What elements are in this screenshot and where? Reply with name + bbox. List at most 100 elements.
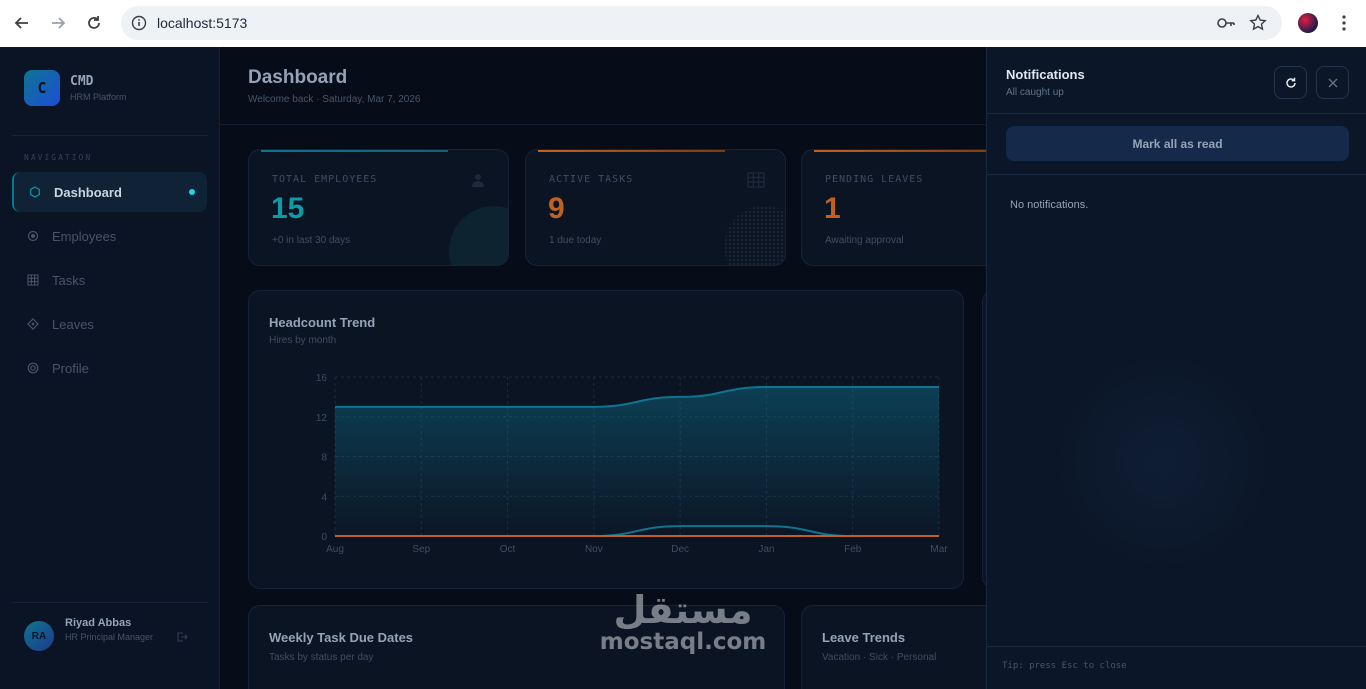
card-title: Weekly Task Due Dates bbox=[269, 630, 414, 645]
logout-button[interactable] bbox=[176, 630, 188, 648]
x-tick-label: Feb bbox=[844, 544, 862, 555]
arrow-left-icon bbox=[14, 17, 28, 29]
y-tick-label: 0 bbox=[321, 532, 327, 543]
sidebar-item-employees[interactable]: Employees bbox=[12, 216, 207, 256]
refresh-button[interactable] bbox=[1274, 66, 1307, 99]
x-tick-label: Dec bbox=[671, 544, 689, 555]
user-profile[interactable]: RA Riyad Abbas HR Principal Manager bbox=[24, 617, 155, 651]
x-tick-label: Jan bbox=[758, 544, 774, 555]
page-title: Dashboard bbox=[248, 67, 348, 88]
sidebar-item-label: Profile bbox=[52, 360, 89, 376]
sidebar-item-profile[interactable]: Profile bbox=[12, 348, 207, 388]
stat-card-leaves[interactable]: PENDING LEAVES 1 Awaiting approval bbox=[801, 149, 1006, 266]
card-accent-line bbox=[814, 150, 1006, 152]
notifications-panel: Notifications All caught up Mark all as … bbox=[986, 47, 1366, 689]
card-accent-line bbox=[261, 150, 448, 152]
y-tick-label: 8 bbox=[321, 453, 327, 464]
user-role: HR Principal Manager bbox=[65, 632, 154, 642]
notifications-footer-divider bbox=[987, 646, 1366, 647]
star-icon[interactable] bbox=[1249, 14, 1267, 32]
mark-all-read-button[interactable]: Mark all as read bbox=[1006, 126, 1349, 161]
sidebar-item-tasks[interactable]: Tasks bbox=[12, 260, 207, 300]
forward-button[interactable] bbox=[44, 9, 72, 37]
key-icon[interactable] bbox=[1216, 15, 1236, 31]
sidebar-item-label: Tasks bbox=[52, 272, 86, 288]
sidebar-item-dashboard[interactable]: Dashboard bbox=[12, 172, 207, 212]
brand-subtitle: HRM Platform bbox=[70, 92, 127, 102]
hexagon-icon bbox=[28, 185, 42, 199]
stat-card-employees[interactable]: TOTAL EMPLOYEES 15 +0 in last 30 days bbox=[248, 149, 509, 266]
decorative-dot-pattern bbox=[724, 206, 785, 265]
sidebar-divider bbox=[12, 135, 208, 136]
close-icon bbox=[1328, 78, 1337, 87]
x-tick-label: Aug bbox=[326, 544, 344, 555]
sidebar-item-label: Employees bbox=[52, 228, 117, 244]
close-button[interactable] bbox=[1316, 66, 1349, 99]
sidebar-item-label: Leaves bbox=[52, 316, 94, 332]
y-tick-label: 12 bbox=[316, 413, 328, 424]
card-accent-line bbox=[538, 150, 725, 152]
avatar: RA bbox=[24, 621, 54, 651]
leave-trends-card: Leave Trends Vacation · Sick · Personal bbox=[801, 605, 1006, 689]
address-bar[interactable]: localhost:5173 bbox=[121, 6, 1282, 40]
headcount-chart: 0 4 8 12 16 Aug Sep Oct Nov Dec Jan Feb Mar bbox=[316, 373, 948, 555]
stat-card-tasks[interactable]: ACTIVE TASKS 9 1 due today bbox=[525, 149, 786, 266]
profile-avatar-button[interactable] bbox=[1294, 9, 1322, 37]
app-root: C CMD HRM Platform NAVIGATION Dashboard … bbox=[0, 47, 1366, 689]
x-tick-label: Sep bbox=[412, 544, 430, 555]
kebab-menu-icon bbox=[1342, 15, 1346, 31]
notifications-subtitle: All caught up bbox=[1006, 87, 1064, 98]
series-area-headcount bbox=[335, 386, 939, 536]
profile-avatar bbox=[1298, 13, 1318, 33]
stat-note: Awaiting approval bbox=[825, 235, 904, 246]
gear-circle-icon bbox=[26, 361, 40, 375]
brand-name: CMD bbox=[70, 74, 94, 89]
headcount-chart-card: Headcount Trend Hires by month 0 4 8 12 16 Au… bbox=[248, 290, 964, 589]
brand-logo: C bbox=[24, 70, 60, 106]
active-indicator-dot bbox=[189, 189, 195, 195]
watermark-latin: mostaql.com bbox=[599, 629, 767, 655]
circle-target-icon bbox=[26, 229, 40, 243]
x-tick-label: Mar bbox=[930, 544, 948, 555]
reload-icon bbox=[88, 16, 100, 29]
refresh-icon bbox=[1285, 77, 1296, 88]
back-button[interactable] bbox=[8, 9, 36, 37]
page-subtitle: Welcome back · Saturday, Mar 7, 2026 bbox=[248, 94, 421, 105]
notifications-divider bbox=[987, 113, 1366, 114]
diamond-icon bbox=[26, 317, 40, 331]
nav-heading: NAVIGATION bbox=[24, 153, 93, 162]
notifications-tip: Tip: press Esc to close bbox=[1002, 661, 1127, 671]
brand[interactable]: C CMD HRM Platform bbox=[24, 70, 127, 106]
sidebar-item-leaves[interactable]: Leaves bbox=[12, 304, 207, 344]
notifications-title: Notifications bbox=[1006, 67, 1085, 82]
url-text[interactable]: localhost:5173 bbox=[157, 15, 247, 31]
x-tick-label: Nov bbox=[585, 544, 603, 555]
y-tick-label: 4 bbox=[321, 492, 327, 503]
user-name: Riyad Abbas bbox=[65, 617, 132, 629]
browser-toolbar: localhost:5173 bbox=[0, 0, 1366, 47]
sidebar-bottom-divider bbox=[12, 602, 208, 603]
reload-button[interactable] bbox=[80, 9, 108, 37]
people-icon bbox=[468, 172, 488, 193]
x-tick-label: Oct bbox=[500, 544, 516, 555]
browser-menu-button[interactable] bbox=[1330, 9, 1358, 37]
stat-note: 1 due today bbox=[549, 235, 602, 246]
notifications-empty-message: No notifications. bbox=[1010, 199, 1089, 211]
stat-label: TOTAL EMPLOYEES bbox=[272, 174, 378, 185]
notifications-divider bbox=[987, 174, 1366, 175]
card-subtitle: Vacation · Sick · Personal bbox=[822, 652, 937, 663]
decorative-circle bbox=[449, 206, 508, 265]
grid-icon bbox=[747, 172, 765, 193]
grid-icon bbox=[26, 273, 40, 287]
sidebar: C CMD HRM Platform NAVIGATION Dashboard … bbox=[0, 47, 220, 689]
arrow-right-icon bbox=[52, 17, 66, 29]
sidebar-item-label: Dashboard bbox=[54, 184, 122, 200]
stat-value: 1 bbox=[824, 192, 841, 225]
logout-icon bbox=[177, 632, 188, 642]
decorative-glow bbox=[1047, 347, 1277, 577]
stat-label: ACTIVE TASKS bbox=[549, 174, 634, 185]
y-tick-label: 16 bbox=[316, 373, 328, 384]
card-subtitle: Tasks by status per day bbox=[269, 652, 374, 663]
stat-value: 9 bbox=[548, 192, 565, 225]
info-icon[interactable] bbox=[131, 15, 147, 31]
